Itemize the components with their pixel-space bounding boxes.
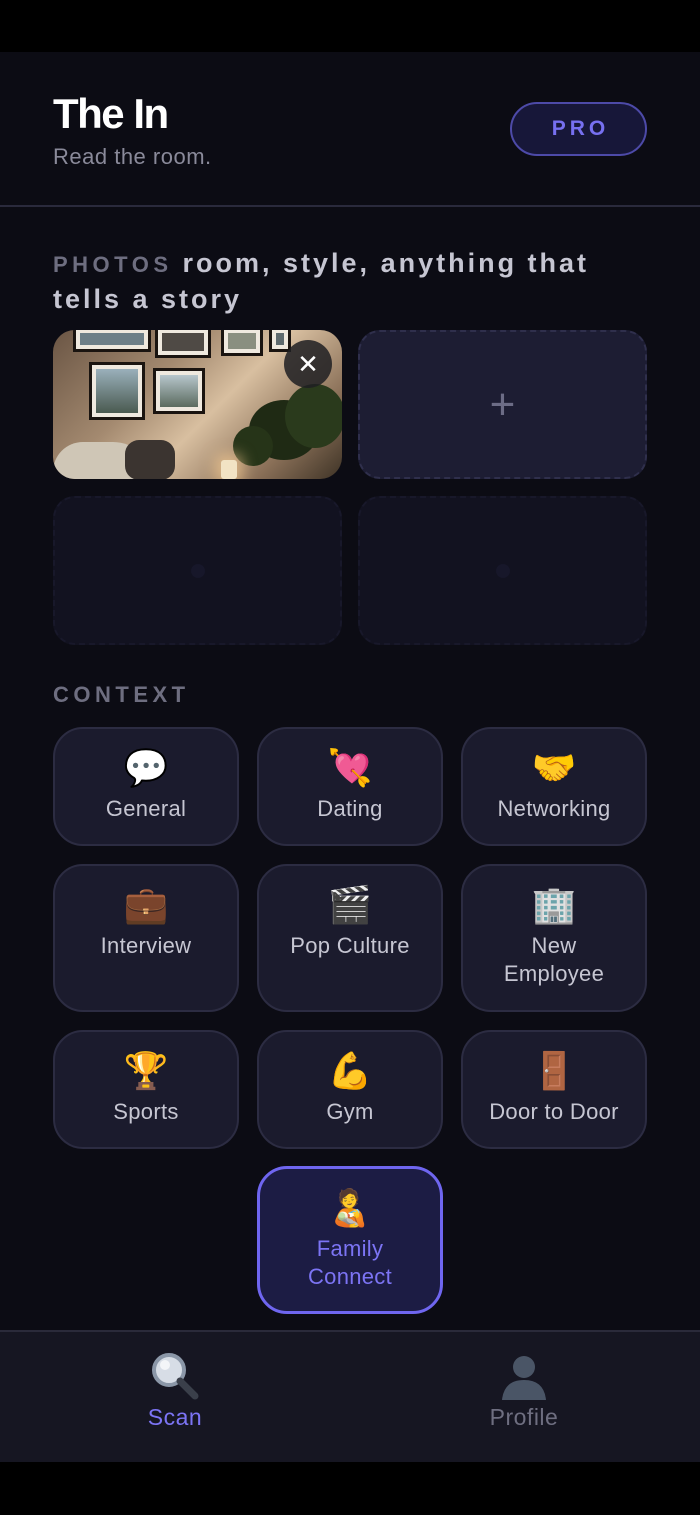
speech-bubble-icon: 💬 bbox=[123, 748, 169, 789]
context-option-new-employee[interactable]: 🏢 New Employee bbox=[461, 864, 647, 1012]
context-option-label: Interview bbox=[100, 933, 192, 958]
office-building-icon: 🏢 bbox=[531, 885, 577, 926]
handshake-icon: 🤝 bbox=[531, 748, 577, 789]
context-option-label: Networking bbox=[497, 796, 611, 821]
plant bbox=[285, 384, 342, 448]
clapperboard-icon: 🎬 bbox=[327, 885, 373, 926]
context-option-networking[interactable]: 🤝 Networking bbox=[461, 727, 647, 846]
heart-arrow-icon: 💘 bbox=[327, 748, 373, 789]
context-option-label: General bbox=[105, 796, 187, 821]
bottom-nav: Scan Profile bbox=[0, 1330, 700, 1462]
context-option-label: Gym bbox=[326, 1099, 374, 1124]
context-option-interview[interactable]: 💼 Interview bbox=[53, 864, 239, 1012]
add-photo-slot[interactable]: + bbox=[358, 330, 647, 479]
context-option-label: New Employee bbox=[503, 933, 605, 986]
header-divider bbox=[0, 205, 700, 207]
flexed-biceps-icon: 💪 bbox=[327, 1051, 373, 1092]
wall-frame bbox=[153, 368, 205, 414]
sofa-arm bbox=[125, 440, 175, 479]
context-option-door-to-door[interactable]: 🚪 Door to Door bbox=[461, 1030, 647, 1149]
tab-scan[interactable]: Scan bbox=[75, 1332, 275, 1462]
door-icon: 🚪 bbox=[531, 1051, 577, 1092]
plant bbox=[233, 426, 273, 466]
empty-photo-slot bbox=[358, 496, 647, 645]
magnifier-icon bbox=[149, 1350, 201, 1400]
remove-photo-button[interactable]: ✕ bbox=[284, 340, 332, 388]
context-option-sports[interactable]: 🏆 Sports bbox=[53, 1030, 239, 1149]
tab-scan-label: Scan bbox=[147, 1404, 203, 1430]
app-subtitle: Read the room. bbox=[53, 144, 212, 169]
context-heading: CONTEXT bbox=[53, 682, 190, 707]
dot-icon bbox=[495, 563, 510, 578]
context-option-dating[interactable]: 💘 Dating bbox=[257, 727, 443, 846]
plus-icon: + bbox=[489, 379, 516, 429]
tab-profile[interactable]: Profile bbox=[424, 1332, 624, 1462]
header: The In Read the room. PRO bbox=[0, 52, 700, 207]
wall-frame bbox=[221, 330, 263, 356]
context-option-label: Dating bbox=[317, 796, 383, 821]
tab-profile-label: Profile bbox=[489, 1404, 559, 1430]
photos-heading: PHOTOS room, style, anything that tells a… bbox=[53, 246, 653, 316]
briefcase-icon: 💼 bbox=[123, 885, 169, 926]
family-icon: 🧑‍🍼 bbox=[327, 1188, 373, 1229]
context-option-gym[interactable]: 💪 Gym bbox=[257, 1030, 443, 1149]
wall-frame bbox=[269, 330, 291, 352]
context-option-label: Sports bbox=[113, 1099, 179, 1124]
dot-icon bbox=[190, 563, 205, 578]
wall-frame bbox=[73, 330, 151, 352]
app-title: The In bbox=[53, 90, 169, 137]
home-indicator-area bbox=[0, 1462, 700, 1515]
context-option-label: Door to Door bbox=[489, 1099, 619, 1124]
app-screen: The In Read the room. PRO PHOTOS room, st… bbox=[0, 52, 700, 1462]
person-silhouette-icon bbox=[498, 1350, 550, 1400]
context-option-label: Family Connect bbox=[307, 1236, 393, 1289]
candle bbox=[221, 460, 237, 479]
context-option-general[interactable]: 💬 General bbox=[53, 727, 239, 846]
context-option-family-connect[interactable]: 🧑‍🍼 Family Connect bbox=[257, 1166, 443, 1314]
wall-frame bbox=[89, 362, 145, 420]
empty-photo-slot bbox=[53, 496, 342, 645]
context-option-pop-culture[interactable]: 🎬 Pop Culture bbox=[257, 864, 443, 1012]
photos-label: PHOTOS bbox=[53, 252, 173, 277]
context-option-label: Pop Culture bbox=[290, 933, 410, 958]
status-bar-area bbox=[0, 0, 700, 52]
wall-frame bbox=[155, 330, 211, 358]
trophy-icon: 🏆 bbox=[123, 1051, 169, 1092]
pro-button[interactable]: PRO bbox=[510, 102, 647, 156]
